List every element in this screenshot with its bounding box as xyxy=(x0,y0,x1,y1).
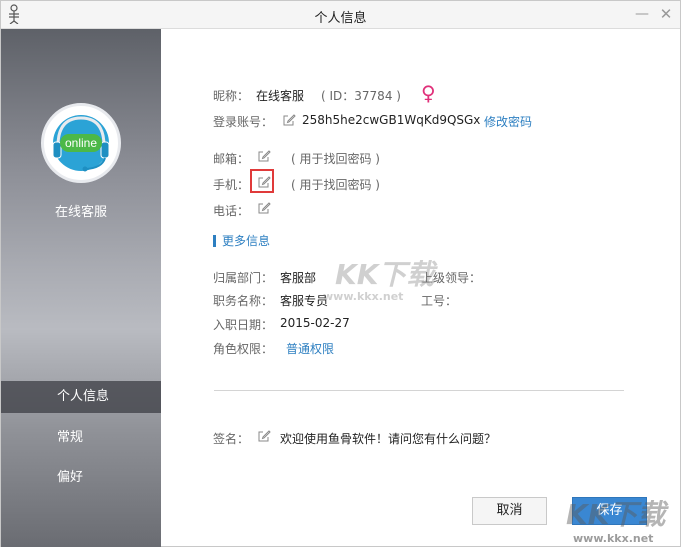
superior-label: 上级领导： xyxy=(421,271,482,285)
edit-phone-icon[interactable] xyxy=(257,175,271,189)
tel-label: 电话： xyxy=(213,204,250,218)
profile-window: 个人信息 — ✕ online 在线客服 个人信息 常规 偏好 昵称： 在线客服… xyxy=(0,0,681,547)
watermark-corner-url: www.kkx.net xyxy=(573,532,654,545)
nickname-label: 昵称： xyxy=(213,89,250,103)
sidebar-item-label: 个人信息 xyxy=(57,389,110,404)
email-hint: ( 用于找回密码 ) xyxy=(291,152,380,166)
customer-service-headset-icon: online xyxy=(52,115,110,172)
cancel-button[interactable]: 取消 xyxy=(472,497,547,525)
nickname-value: 在线客服 xyxy=(256,89,305,103)
minimize-button[interactable]: — xyxy=(633,5,651,23)
watermark-center-url: www.kkx.net xyxy=(323,290,404,303)
department-label: 归属部门： xyxy=(213,271,274,285)
phone-label: 手机： xyxy=(213,178,250,192)
avatar-label: online xyxy=(65,136,97,150)
avatar[interactable]: online xyxy=(41,103,121,183)
sidebar: online 在线客服 个人信息 常规 偏好 xyxy=(1,29,161,547)
user-id: ( ID：37784 ) xyxy=(321,89,401,103)
department-value: 客服部 xyxy=(280,271,317,285)
position-value: 客服专员 xyxy=(280,294,329,308)
phone-hint: ( 用于找回密码 ) xyxy=(291,178,380,192)
sidebar-username: 在线客服 xyxy=(54,205,107,220)
more-info-title: 更多信息 xyxy=(213,235,270,247)
edit-email-icon[interactable] xyxy=(257,149,271,163)
signature-value: 欢迎使用鱼骨软件！请问您有什么问题？ xyxy=(280,432,497,446)
save-button[interactable]: 保存 xyxy=(572,497,647,525)
sidebar-item-preferences[interactable]: 偏好 xyxy=(1,462,161,494)
close-button[interactable]: ✕ xyxy=(657,5,675,23)
job-number-label: 工号： xyxy=(421,294,458,308)
role-label: 角色权限： xyxy=(213,342,274,356)
divider xyxy=(214,390,624,391)
watermark-center-text: KK下载 xyxy=(335,258,435,291)
main-panel: 昵称： 在线客服 ( ID：37784 ) ♀ 登录账号： 258h5he2cw… xyxy=(161,29,680,547)
position-label: 职务名称： xyxy=(213,294,274,308)
edit-tel-icon[interactable] xyxy=(257,201,271,215)
account-value: 258h5he2cwGB1WqKd9QSGx xyxy=(302,113,481,127)
sidebar-item-general[interactable]: 常规 xyxy=(1,422,161,454)
sidebar-item-label: 偏好 xyxy=(57,470,84,485)
change-password-link[interactable]: 修改密码 xyxy=(484,113,532,130)
account-label: 登录账号： xyxy=(213,115,274,129)
sidebar-item-profile[interactable]: 个人信息 xyxy=(1,381,161,413)
female-symbol-icon: ♀ xyxy=(421,81,436,105)
email-label: 邮箱： xyxy=(213,152,250,166)
window-title: 个人信息 xyxy=(314,11,367,26)
edit-account-icon[interactable] xyxy=(282,113,296,127)
hire-date-value: 2015-02-27 xyxy=(280,316,350,330)
edit-signature-icon[interactable] xyxy=(257,429,271,443)
title-bar: 个人信息 — ✕ xyxy=(1,1,680,29)
hire-date-label: 入职日期： xyxy=(213,318,274,332)
signature-label: 签名： xyxy=(213,432,250,446)
role-permission-link[interactable]: 普通权限 xyxy=(286,340,334,357)
sidebar-item-label: 常规 xyxy=(57,430,84,445)
